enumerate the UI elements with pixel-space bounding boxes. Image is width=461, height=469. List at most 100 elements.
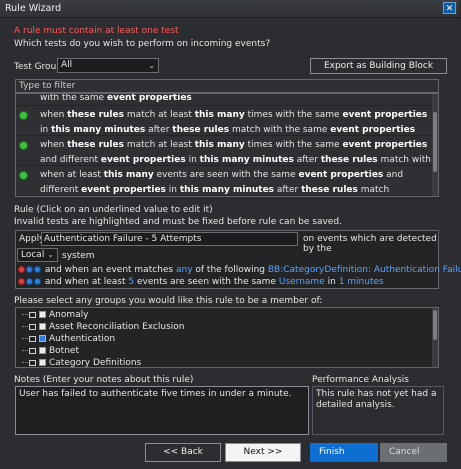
tree-connector <box>22 338 28 339</box>
test-bold-text: these rules <box>67 140 124 150</box>
export-building-block-button[interactable]: Export as Building Block <box>310 58 447 74</box>
group-checkbox[interactable] <box>39 335 46 342</box>
test-text: with the same <box>40 93 107 103</box>
test-text: when at least this many events are seen … <box>40 168 432 196</box>
test-group-select[interactable]: All ⌄ <box>57 58 159 73</box>
test-text-fragment: match at least <box>123 110 195 120</box>
tree-connector <box>22 362 28 363</box>
folder-icon <box>29 323 36 330</box>
test-bold-text: these rules <box>67 110 124 120</box>
group-item[interactable]: Asset Reconciliation Exclusion <box>22 321 184 333</box>
test-row[interactable]: when at least this many events are seen … <box>16 166 438 195</box>
folder-icon <box>29 347 36 354</box>
group-label: Asset Reconciliation Exclusion <box>49 322 185 332</box>
error-message: A rule must contain at least one test <box>14 26 179 36</box>
performance-text: This rule has not yet had a detailed ana… <box>312 386 444 435</box>
test-text-fragment: when at least <box>40 170 104 180</box>
system-select[interactable]: Local ⌄ <box>17 248 58 262</box>
property-link[interactable]: Username <box>279 277 325 287</box>
test-row[interactable]: when these rules match at least this man… <box>16 106 438 135</box>
folder-icon <box>29 311 36 318</box>
chevron-down-icon: ⌄ <box>47 250 54 259</box>
notes-label: Notes (Enter your notes about this rule) <box>14 375 194 385</box>
rule-line-1: and when an event matches any of the fol… <box>18 265 461 275</box>
cancel-button[interactable]: Cancel <box>380 443 447 462</box>
test-row[interactable]: with the same event properties <box>16 93 438 105</box>
finish-button[interactable]: Finish <box>310 443 378 462</box>
test-bold-text: event properties <box>81 185 166 195</box>
group-checkbox[interactable] <box>39 359 46 366</box>
building-block-link[interactable]: BB:CategoryDefinition: Authentication Fa… <box>268 265 461 275</box>
close-button[interactable]: ✕ <box>443 2 456 14</box>
test-text-fragment: times with the same <box>244 140 343 150</box>
move-up-icon[interactable] <box>26 278 33 285</box>
test-bold-text: this many minutes <box>199 155 294 165</box>
move-up-icon[interactable] <box>26 266 33 273</box>
title-bar: Rule Wizard ✕ <box>0 0 459 18</box>
system-select-value: Local <box>21 250 45 260</box>
any-link[interactable]: any <box>176 265 193 275</box>
remove-icon[interactable] <box>18 278 25 285</box>
tree-connector <box>22 326 28 327</box>
rule-heading: Rule (Click on an underlined value to ed… <box>14 205 213 215</box>
test-bold-text: this many <box>194 140 245 150</box>
test-bold-text: event properties <box>106 93 192 103</box>
group-checkbox[interactable] <box>39 311 46 318</box>
scroll-thumb[interactable] <box>433 310 437 340</box>
rule-text: and when an event matches <box>44 265 176 275</box>
test-text-fragment: times with the same <box>244 110 343 120</box>
test-text: when these rules match at least this man… <box>40 108 432 138</box>
scroll-thumb[interactable] <box>433 112 437 172</box>
group-item[interactable]: Botnet <box>22 345 79 357</box>
group-checkbox[interactable] <box>39 323 46 330</box>
remove-icon[interactable] <box>18 266 25 273</box>
test-bold-text: event <box>100 155 130 165</box>
test-text-fragment: after <box>293 155 321 165</box>
test-bold-text: these rules <box>320 155 378 165</box>
chevron-down-icon: ⌄ <box>148 61 155 70</box>
add-test-icon[interactable] <box>19 171 28 180</box>
tests-scrollbar[interactable] <box>432 94 438 196</box>
test-text-fragment: in <box>185 155 200 165</box>
tree-connector <box>22 314 28 315</box>
group-item[interactable]: Authentication <box>22 333 115 345</box>
test-text-fragment: match <box>357 185 390 195</box>
group-item[interactable]: Anomaly <box>22 309 88 321</box>
test-bold-text: this many <box>194 110 245 120</box>
group-item[interactable]: Category Definitions <box>22 357 142 368</box>
rule-text: in <box>324 277 339 287</box>
group-label: Anomaly <box>49 310 89 320</box>
move-down-icon[interactable] <box>34 278 41 285</box>
time-link[interactable]: 1 minutes <box>339 277 384 287</box>
performance-label: Performance Analysis <box>312 375 409 385</box>
test-bold-text: event properties <box>342 110 428 120</box>
test-text-fragment: after <box>145 125 173 135</box>
system-label: system <box>62 251 95 261</box>
test-bold-text: this many <box>103 170 154 180</box>
notes-textarea[interactable]: User has failed to authenticate five tim… <box>15 386 309 435</box>
filter-input[interactable]: Type to filter <box>15 79 439 93</box>
add-test-icon[interactable] <box>19 111 28 120</box>
test-text-fragment: and different <box>40 155 101 165</box>
group-checkbox[interactable] <box>39 347 46 354</box>
back-button[interactable]: << Back <box>145 443 221 462</box>
groups-scrollbar[interactable] <box>432 308 438 367</box>
test-row[interactable]: when these rules match at least this man… <box>16 136 438 180</box>
test-text-fragment: when <box>40 110 68 120</box>
test-group-label: Test Group <box>14 62 62 72</box>
rule-text: and when at least <box>44 277 129 287</box>
rule-wizard-window: Rule Wizard ✕ A rule must contain at lea… <box>0 0 461 467</box>
group-label: Category Definitions <box>49 358 142 368</box>
next-button[interactable]: Next >> <box>225 443 301 462</box>
add-test-icon[interactable] <box>19 141 28 150</box>
test-bold-text: event properties <box>342 140 428 150</box>
tree-connector <box>22 350 28 351</box>
test-bold-text: this many minutes <box>179 185 275 195</box>
test-bold-text: properties <box>129 155 186 165</box>
rule-panel: Apply Authentication Failure - 5 Attempt… <box>15 230 461 289</box>
rule-note: Invalid tests are highlighted and must b… <box>14 217 342 227</box>
rule-name-input[interactable]: Authentication Failure - 5 Attempts <box>41 232 298 246</box>
groups-heading: Please select any groups you would like … <box>14 296 323 306</box>
test-text-fragment: in <box>165 185 180 195</box>
move-down-icon[interactable] <box>34 266 41 273</box>
